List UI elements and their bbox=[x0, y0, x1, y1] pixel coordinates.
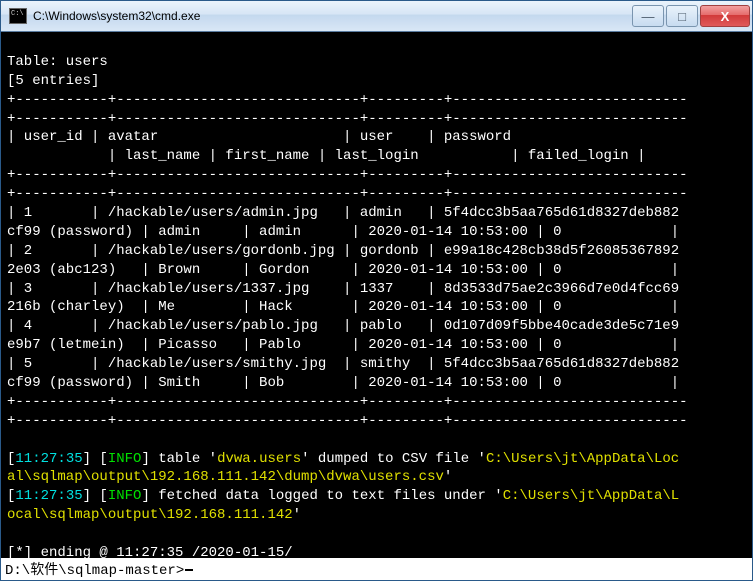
divider: +-----------+---------------------------… bbox=[7, 186, 688, 202]
terminal-output[interactable]: Table: users [5 entries] +-----------+--… bbox=[1, 32, 752, 558]
table-row: | 5 | /hackable/users/smithy.jpg | smith… bbox=[7, 356, 679, 372]
path: ocal\sqlmap\output\192.168.111.142 bbox=[7, 507, 293, 523]
table-row: 216b (charley) | Me | Hack | 2020-01-14 … bbox=[7, 299, 679, 315]
minimize-button[interactable]: — bbox=[632, 5, 664, 27]
prompt-line[interactable]: D:\软件\sqlmap-master> bbox=[1, 558, 752, 580]
path: al\sqlmap\output\192.168.111.142\dump\dv… bbox=[7, 469, 444, 485]
divider: +-----------+---------------------------… bbox=[7, 92, 688, 108]
table-row: | 1 | /hackable/users/admin.jpg | admin … bbox=[7, 205, 679, 221]
log-msg: ' dumped to CSV file ' bbox=[301, 451, 486, 467]
table-row: | 4 | /hackable/users/pablo.jpg | pablo … bbox=[7, 318, 679, 334]
divider: +-----------+---------------------------… bbox=[7, 394, 688, 410]
table-row: | 3 | /hackable/users/1337.jpg | 1337 | … bbox=[7, 281, 679, 297]
log-msg: ] table ' bbox=[141, 451, 217, 467]
table-row: 2e03 (abc123) | Brown | Gordon | 2020-01… bbox=[7, 262, 679, 278]
divider: +-----------+---------------------------… bbox=[7, 167, 688, 183]
path: C:\Users\jt\AppData\L bbox=[503, 488, 679, 504]
cursor-icon bbox=[185, 569, 193, 571]
title-bar[interactable]: C:\Windows\system32\cmd.exe — □ X bbox=[1, 1, 752, 32]
log-msg: ] fetched data logged to text files unde… bbox=[141, 488, 502, 504]
table-row: cf99 (password) | Smith | Bob | 2020-01-… bbox=[7, 375, 679, 391]
entry-count: [5 entries] bbox=[7, 73, 99, 89]
cmd-window: C:\Windows\system32\cmd.exe — □ X Table:… bbox=[0, 0, 753, 581]
prompt-text: D:\软件\sqlmap-master> bbox=[5, 559, 184, 579]
col-row: | user_id | avatar | user | password bbox=[7, 129, 671, 145]
divider: +-----------+---------------------------… bbox=[7, 111, 688, 127]
maximize-button[interactable]: □ bbox=[666, 5, 698, 27]
table-ref: dvwa.users bbox=[217, 451, 301, 467]
app-icon bbox=[9, 8, 27, 24]
window-title: C:\Windows\system32\cmd.exe bbox=[33, 9, 630, 23]
ending-line: [*] ending @ 11:27:35 /2020-01-15/ bbox=[7, 545, 293, 558]
col-row: | last_name | first_name | last_login | … bbox=[7, 148, 646, 164]
table-name: Table: users bbox=[7, 54, 108, 70]
divider: +-----------+---------------------------… bbox=[7, 413, 688, 429]
timestamp: 11:27:35 bbox=[15, 451, 82, 467]
close-button[interactable]: X bbox=[700, 5, 750, 27]
path: C:\Users\jt\AppData\Loc bbox=[486, 451, 679, 467]
log-level: INFO bbox=[108, 488, 142, 504]
table-row: | 2 | /hackable/users/gordonb.jpg | gord… bbox=[7, 243, 679, 259]
log-level: INFO bbox=[108, 451, 142, 467]
table-row: e9b7 (letmein) | Picasso | Pablo | 2020-… bbox=[7, 337, 679, 353]
timestamp: 11:27:35 bbox=[15, 488, 82, 504]
table-row: cf99 (password) | admin | admin | 2020-0… bbox=[7, 224, 679, 240]
